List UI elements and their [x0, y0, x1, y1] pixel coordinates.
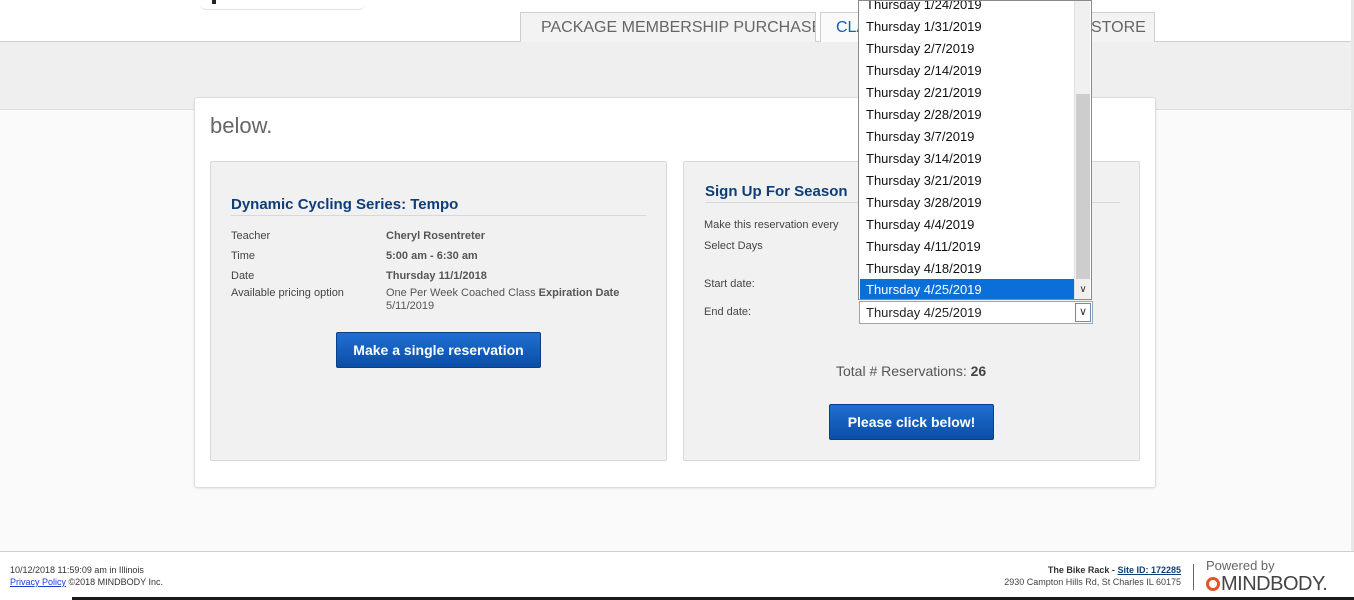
footer-legal: Privacy Policy ©2018 MINDBODY Inc. [10, 577, 163, 587]
time-value: 5:00 am - 6:30 am [386, 250, 478, 262]
footer: 10/12/2018 11:59:09 am in Illinois Priva… [0, 551, 1354, 600]
dropdown-option[interactable]: Thursday 3/21/2019 [860, 170, 1074, 192]
please-click-below-button[interactable]: Please click below! [829, 404, 994, 440]
footer-timestamp: 10/12/2018 11:59:09 am in Illinois [10, 565, 144, 575]
expiration-label: Expiration Date [538, 287, 620, 299]
dropdown-option[interactable]: Thursday 4/11/2019 [860, 236, 1074, 258]
copyright: ©2018 MINDBODY Inc. [68, 577, 164, 587]
logo-fragment [200, 0, 365, 10]
brand-name: MINDBODY. [1221, 573, 1328, 595]
chevron-down-icon[interactable]: ∨ [1075, 281, 1091, 298]
expiration-date: 5/11/2019 [386, 300, 435, 312]
top-navigation-bar: PACKAGE MEMBERSHIP PURCHASE CLA STORE [0, 0, 1354, 43]
dropdown-option[interactable]: Thursday 1/31/2019 [860, 16, 1074, 38]
dropdown-option[interactable]: Thursday 2/14/2019 [860, 60, 1074, 82]
repeat-every-label: Make this reservation every [704, 219, 839, 231]
dropdown-option[interactable]: Thursday 3/14/2019 [860, 148, 1074, 170]
start-date-dropdown-list[interactable]: Thursday 1/24/2019 Thursday 1/31/2019 Th… [858, 0, 1092, 300]
dropdown-option[interactable]: Thursday 4/4/2019 [860, 214, 1074, 236]
start-date-label: Start date: [704, 278, 755, 290]
end-date-label: End date: [704, 306, 752, 318]
pricing-label: Available pricing option [231, 287, 344, 299]
privacy-policy-link[interactable]: Privacy Policy [10, 577, 66, 587]
dropdown-option[interactable]: Thursday 2/28/2019 [860, 104, 1074, 126]
intro-text: below. [210, 113, 273, 138]
business-name: The Bike Rack - [1047, 565, 1115, 575]
dropdown-option[interactable]: Thursday 2/7/2019 [860, 38, 1074, 60]
pricing-value: One Per Week Coached Class Expiration Da… [386, 287, 619, 299]
teacher-label: Teacher [231, 230, 271, 242]
pricing-option: One Per Week Coached Class [386, 287, 536, 299]
footer-divider [1193, 564, 1194, 590]
dropdown-option[interactable]: Thursday 1/24/2019 [860, 1, 1074, 16]
business-info: The Bike Rack - Site ID: 172285 [1048, 565, 1181, 575]
dropdown-option-selected[interactable]: Thursday 4/25/2019 [860, 279, 1074, 299]
season-title: Sign Up For Season [705, 183, 848, 200]
business-address: 2930 Campton Hills Rd, St Charles IL 601… [1004, 577, 1181, 587]
class-info-panel: Dynamic Cycling Series: Tempo Teacher Ch… [210, 161, 667, 461]
scrollbar-thumb[interactable] [1076, 94, 1090, 279]
mindbody-logo[interactable]: MINDBODY. [1206, 573, 1328, 596]
select-days-label: Select Days [704, 240, 763, 252]
dropdown-option[interactable]: Thursday 3/28/2019 [860, 192, 1074, 214]
date-value: Thursday 11/1/2018 [386, 270, 487, 282]
total-label: Total # Reservations: [836, 363, 967, 379]
tab-classes[interactable]: CLA [820, 12, 860, 43]
logo-mark [212, 0, 216, 4]
time-label: Time [231, 250, 256, 262]
dropdown-scrollbar[interactable]: ∨ [1074, 1, 1090, 299]
date-label: Date [231, 270, 255, 282]
site-id-link[interactable]: Site ID: 172285 [1117, 565, 1181, 575]
mindbody-ring-icon [1206, 577, 1220, 591]
end-date-value: Thursday 4/25/2019 [866, 305, 982, 320]
tab-package-membership-purchase[interactable]: PACKAGE MEMBERSHIP PURCHASE [520, 12, 816, 42]
dropdown-option[interactable]: Thursday 3/7/2019 [860, 126, 1074, 148]
total-value: 26 [970, 363, 987, 379]
powered-by-text: Powered by [1206, 558, 1275, 573]
chevron-down-icon[interactable]: ∨ [1075, 303, 1091, 322]
dropdown-option[interactable]: Thursday 4/18/2019 [860, 258, 1074, 280]
end-date-select[interactable]: Thursday 4/25/2019 ∨ [859, 301, 1093, 324]
class-title: Dynamic Cycling Series: Tempo [231, 196, 459, 213]
make-single-reservation-button[interactable]: Make a single reservation [336, 332, 541, 368]
teacher-value: Cheryl Rosentreter [386, 230, 486, 242]
total-reservations: Total # Reservations: 26 [836, 363, 986, 379]
dropdown-option[interactable]: Thursday 2/21/2019 [860, 82, 1074, 104]
divider [231, 215, 646, 216]
